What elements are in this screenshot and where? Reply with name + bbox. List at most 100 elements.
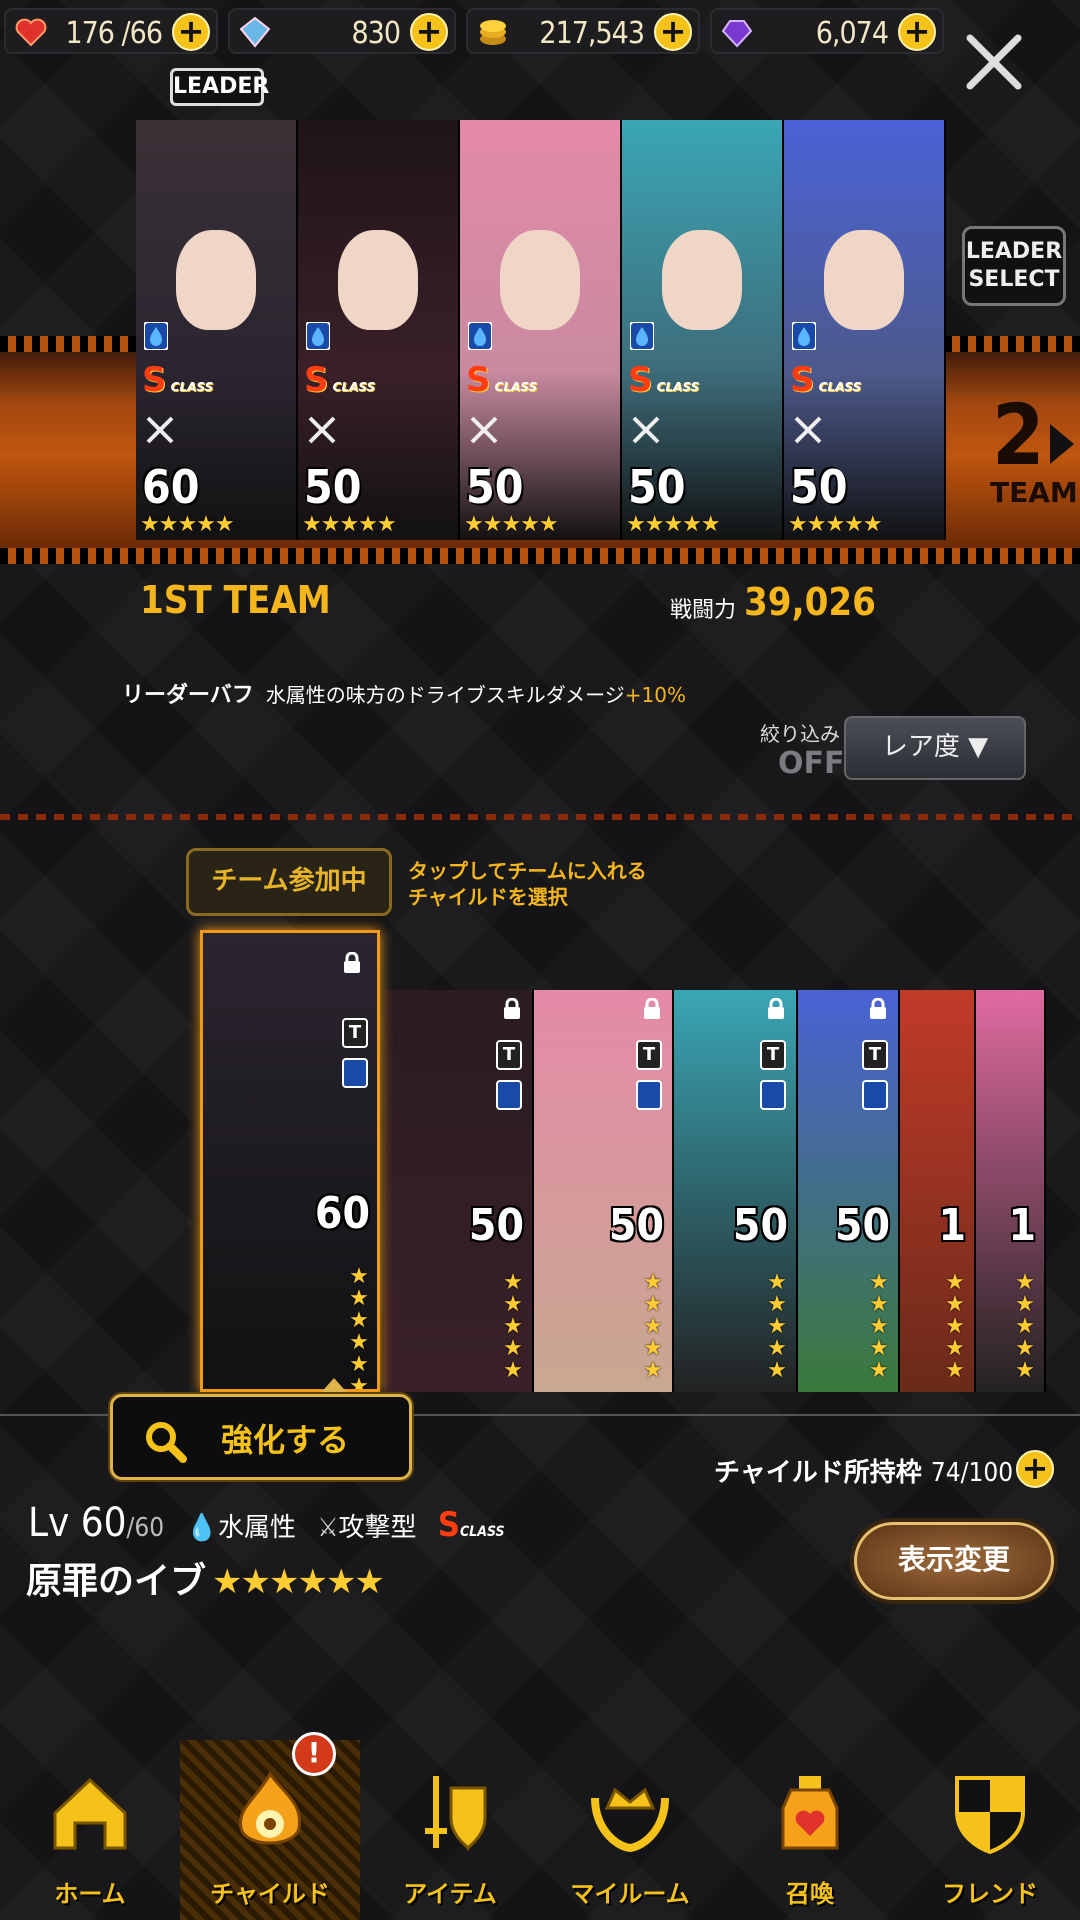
class-letter: S (466, 360, 491, 400)
member-stars: ★★★★★ (302, 512, 397, 537)
team-member-card[interactable]: S CLASS 50 ★★★★★ (298, 120, 460, 540)
class-suffix: CLASS (459, 1524, 505, 1540)
child-name: 原罪のイブ ★★★★★★ (26, 1552, 385, 1604)
child-stars: ★★★★★★ (212, 1562, 385, 1602)
water-drop-icon (630, 322, 654, 350)
water-drop-icon (306, 322, 330, 350)
class-letter: S (304, 360, 329, 400)
purple-heart-icon (721, 20, 753, 48)
child-card[interactable]: T 50 ★★★★★ (798, 990, 900, 1392)
banner-border-bottom (0, 548, 1080, 564)
coin-icon (480, 20, 506, 45)
nav-friend-label: フレンド (942, 1880, 1038, 1908)
member-stars: ★★★★★ (788, 512, 883, 537)
lock-icon (644, 998, 660, 1019)
wing-role-icon (794, 416, 822, 444)
gem-counter: 830 + (228, 8, 456, 54)
member-level: 50 (304, 460, 362, 514)
crest-shield-icon (955, 1776, 1025, 1855)
class-letter: S (142, 360, 167, 400)
coin-value: 217,543 (539, 16, 645, 51)
owned-value: 74/100 (930, 1458, 1014, 1488)
class-letter: S (437, 1505, 460, 1545)
nav-myroom[interactable]: マイルーム (540, 1740, 720, 1920)
water-drop-icon (792, 322, 816, 350)
nav-child[interactable]: チャイルド (180, 1740, 360, 1920)
child-stars: ★★★★★ (1015, 1270, 1035, 1383)
team-member-card[interactable]: S CLASS 50 ★★★★★ (784, 120, 946, 540)
team-member-card[interactable]: S CLASS 60 ★★★★★ (136, 120, 298, 540)
team-name: 1ST TEAM (140, 578, 331, 622)
level-max: /60 (126, 1513, 165, 1543)
class-badge: S CLASS (790, 360, 862, 400)
nav-friend[interactable]: フレンド (900, 1740, 1080, 1920)
lock-icon (870, 998, 886, 1019)
member-level: 60 (142, 460, 200, 514)
close-icon[interactable] (962, 30, 1026, 94)
team-joined-badge: チーム参加中 (186, 848, 392, 916)
display-change-button[interactable]: 表示変更 (854, 1522, 1054, 1600)
child-level: 50 (834, 1200, 890, 1251)
nav-child-label: チャイルド (210, 1880, 330, 1908)
gem-plus-button[interactable]: + (410, 13, 448, 51)
owned-label: チャイルド所持枠 (714, 1458, 922, 1488)
filter-label: 絞り込み (760, 722, 840, 746)
coin-plus-button[interactable]: + (654, 13, 692, 51)
child-card[interactable]: 1 ★★★★★ (976, 990, 1046, 1392)
resource-bar: 176 /66 + 830 + 217,543 + 6,074 + (0, 0, 1080, 62)
child-level: 50 (608, 1200, 664, 1251)
filter-toggle[interactable]: OFF (778, 746, 845, 781)
sort-rarity-dropdown[interactable]: レア度 ▼ (844, 716, 1026, 780)
nav-myroom-label: マイルーム (570, 1880, 690, 1908)
child-level-line: Lv 60/60 💧水属性 ⚔攻撃型 SCLASS (28, 1500, 505, 1546)
class-letter: S (628, 360, 653, 400)
team-member-card[interactable]: S CLASS 50 ★★★★★ (622, 120, 784, 540)
character-face (500, 230, 580, 330)
child-card[interactable]: T 50 ★★★★★ (674, 990, 798, 1392)
attribute-label: 水属性 (218, 1513, 297, 1543)
team-badge: T (862, 1040, 888, 1070)
heart-icon (15, 18, 47, 47)
nav-summon[interactable]: 召喚 (720, 1740, 900, 1920)
stamina-value: 176 /66 (65, 16, 163, 51)
member-stars: ★★★★★ (464, 512, 559, 537)
leader-buff-label: リーダーバフ (122, 683, 254, 708)
water-drop-icon (144, 322, 168, 350)
nav-item[interactable]: アイテム (360, 1740, 540, 1920)
potion-heart-icon (781, 1776, 839, 1850)
water-icon: 💧 (185, 1513, 219, 1543)
selection-hint-line1: タップしてチームに入れる (408, 859, 647, 883)
heart-gem-plus-button[interactable]: + (898, 13, 936, 51)
expand-capacity-button[interactable]: + (1016, 1450, 1054, 1488)
sword-shield-icon (425, 1776, 487, 1852)
heal-role-icon (470, 416, 498, 444)
power-label: 戦闘力 (670, 598, 737, 623)
child-card[interactable]: T 50 ★★★★★ (534, 990, 674, 1392)
child-card[interactable]: 1 ★★★★★ (900, 990, 976, 1392)
lock-icon (768, 998, 784, 1019)
home-icon (53, 1777, 127, 1850)
attack-type-icon: ⚔ (317, 1513, 339, 1543)
leader-tag: LEADER (170, 68, 269, 106)
selected-child-frame (200, 930, 380, 1392)
leader-select-button[interactable]: LEADER SELECT (962, 226, 1066, 306)
nav-home[interactable]: ホーム (0, 1740, 180, 1920)
team-member-card[interactable]: S CLASS 50 ★★★★★ (460, 120, 622, 540)
child-level: 1 (938, 1200, 966, 1251)
stamina-plus-button[interactable]: + (172, 13, 210, 51)
leader-buff-value: +10% (624, 683, 686, 707)
child-card[interactable]: T 50 ★★★★★ (384, 990, 534, 1392)
child-stars: ★★★★★ (869, 1270, 889, 1383)
attack-role-icon (632, 416, 660, 444)
stamina-counter: 176 /66 + (4, 8, 218, 54)
enhance-button[interactable]: 強化する (110, 1394, 412, 1480)
class-badge: S CLASS (466, 360, 538, 400)
next-team-arrow-icon[interactable] (1050, 424, 1074, 464)
level-prefix: Lv (28, 1500, 70, 1546)
team-badge: T (760, 1040, 786, 1070)
character-face (176, 230, 256, 330)
magnifier-icon (146, 1422, 187, 1463)
gem-value: 830 (351, 16, 401, 51)
type-label: 攻撃型 (338, 1513, 417, 1543)
water-drop-icon (760, 1080, 786, 1110)
